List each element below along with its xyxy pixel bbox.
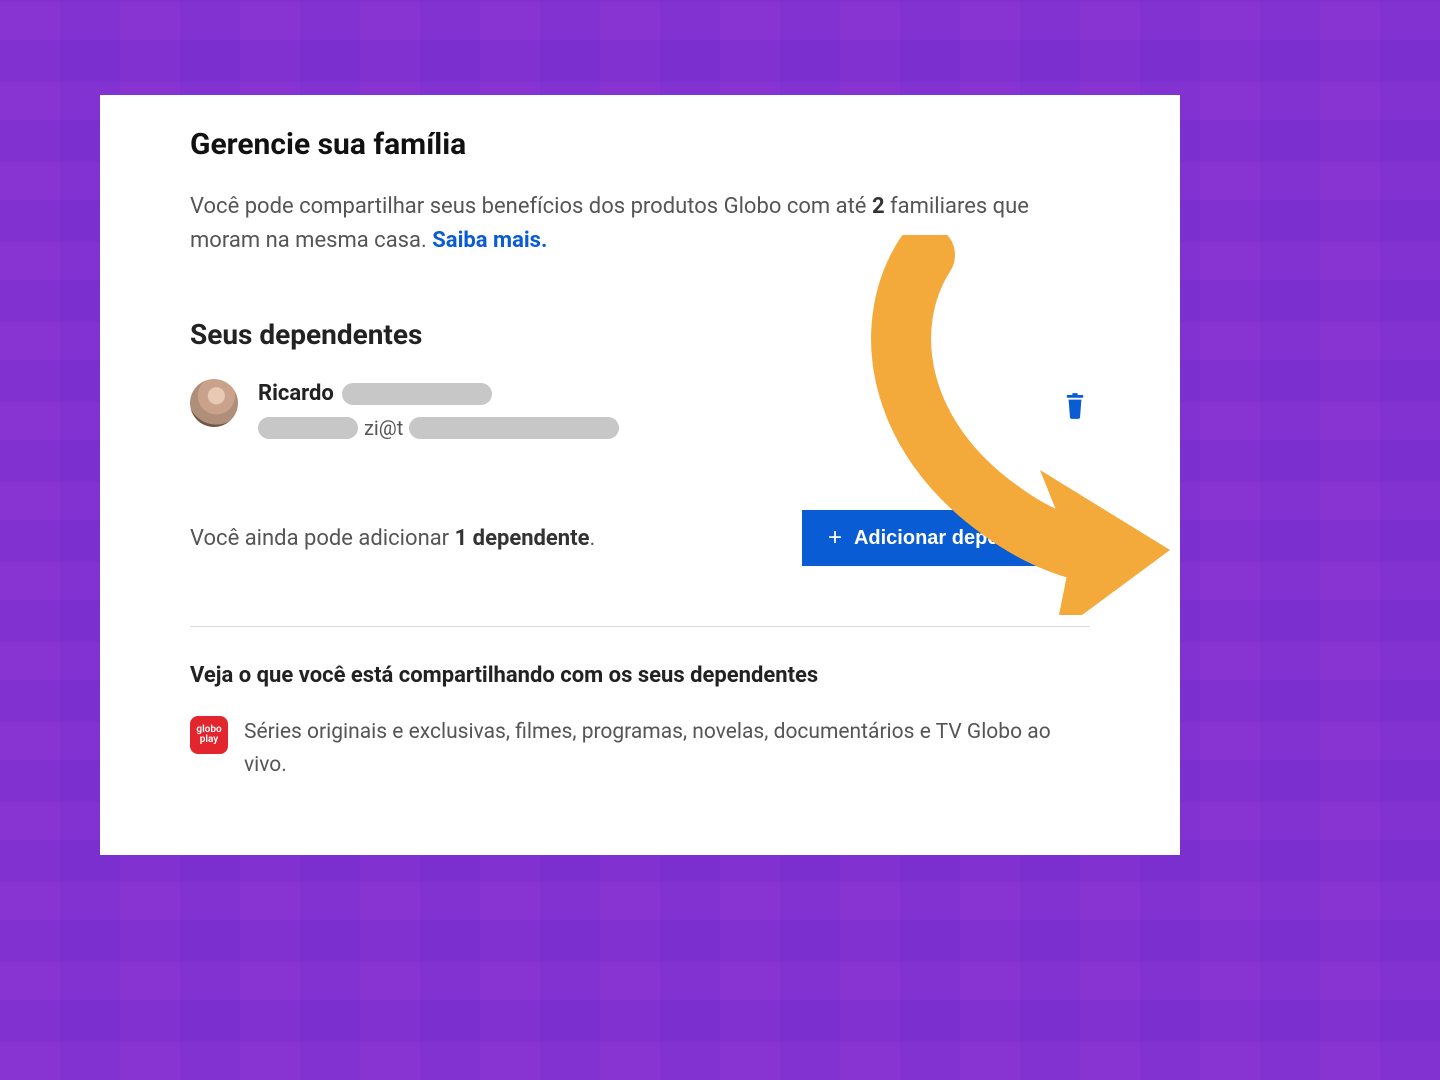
globoplay-icon: globo play [190, 716, 228, 754]
learn-more-link[interactable]: Saiba mais. [432, 228, 547, 253]
family-management-card: Gerencie sua família Você pode compartil… [100, 95, 1180, 855]
dependents-heading: Seus dependentes [190, 318, 1090, 351]
remove-dependent-button[interactable] [1060, 389, 1090, 426]
avatar [190, 379, 238, 427]
dependent-name: Ricardo [258, 381, 334, 406]
remaining-slots-text: Você ainda pode adicionar 1 dependente. [190, 526, 595, 551]
page-subtitle: Você pode compartilhar seus benefícios d… [190, 190, 1090, 258]
subtitle-count: 2 [872, 194, 885, 219]
plus-icon: + [828, 526, 842, 550]
add-dependent-button[interactable]: + Adicionar dependente [802, 510, 1090, 566]
remaining-after: . [589, 526, 595, 551]
shared-product-row: globo play Séries originais e exclusivas… [190, 716, 1090, 781]
remaining-bold: 1 dependente [455, 526, 590, 551]
sharing-heading: Veja o que você está compartilhando com … [190, 663, 1090, 688]
page-title: Gerencie sua família [190, 127, 1090, 162]
remaining-before: Você ainda pode adicionar [190, 526, 455, 551]
add-dependent-row: Você ainda pode adicionar 1 dependente. … [190, 510, 1090, 566]
trash-icon [1064, 407, 1086, 422]
add-dependent-label: Adicionar dependente [854, 527, 1064, 550]
subtitle-text-before: Você pode compartilhar seus benefícios d… [190, 194, 872, 219]
redacted-email-prefix [258, 417, 358, 439]
dependent-info: Ricardo zi@t [258, 379, 619, 440]
shared-product-description: Séries originais e exclusivas, filmes, p… [244, 716, 1090, 781]
divider [190, 626, 1090, 627]
dependent-row: Ricardo zi@t [190, 379, 1090, 440]
redacted-email-suffix [409, 417, 619, 439]
dependent-email-fragment: zi@t [364, 416, 403, 440]
redacted-name-rest [342, 383, 492, 405]
